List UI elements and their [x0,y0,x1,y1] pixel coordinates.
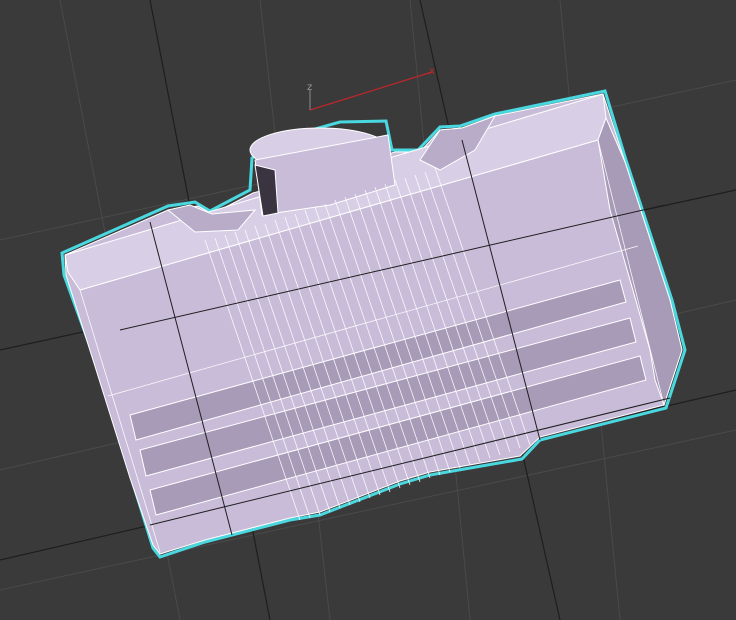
x-axis-line[interactable] [309,71,433,111]
mesh-object[interactable] [60,89,687,559]
gizmo-x-label: x [429,66,435,77]
gizmo-z-label: z [307,82,312,93]
viewport-canvas[interactable]: z x y [0,0,736,620]
3d-viewport[interactable]: z x y [0,0,736,620]
